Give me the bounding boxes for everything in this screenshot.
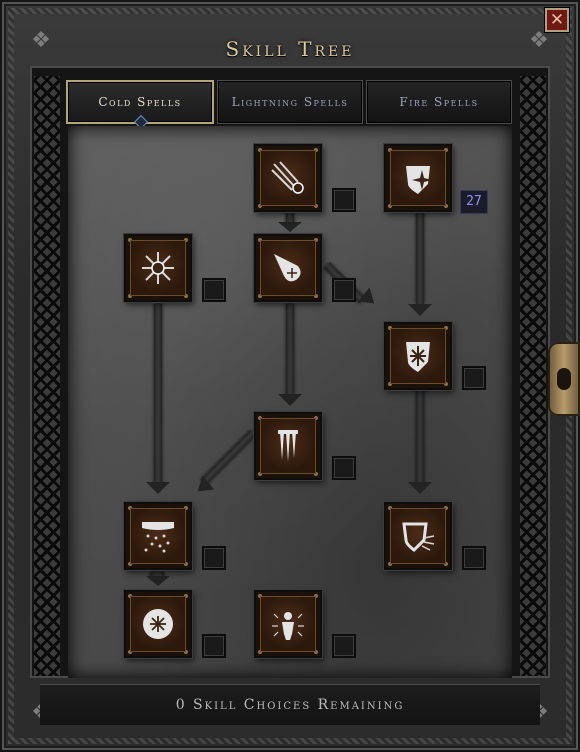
skill-choices-remaining: 0 Skill Choices Remaining <box>175 697 405 713</box>
connector-arrow <box>286 304 294 396</box>
connector-arrow <box>154 304 162 484</box>
skill-point-slot <box>202 278 226 302</box>
frame-border-top <box>8 8 572 14</box>
skill-point-slot <box>332 188 356 212</box>
close-button[interactable]: ✕ <box>545 8 569 32</box>
tab-fire-spells[interactable]: Fire Spells <box>366 80 512 124</box>
arrowhead-icon <box>146 482 170 494</box>
skill-ice-barrier[interactable] <box>384 502 452 570</box>
arrowhead-icon <box>408 482 432 494</box>
skill-frost-shield[interactable] <box>384 144 452 212</box>
left-lattice <box>34 76 60 676</box>
arrowhead-icon <box>146 576 170 586</box>
tab-lightning-spells[interactable]: Lightning Spells <box>217 80 363 124</box>
frozen-orb-icon <box>143 609 173 639</box>
ice-shards-icon <box>271 161 304 194</box>
arrowhead-icon <box>278 394 302 406</box>
skill-icicles[interactable] <box>254 412 322 480</box>
tab-label: Fire Spells <box>399 95 479 109</box>
skill-point-slot <box>462 546 486 570</box>
tab-label: Lightning Spells <box>231 95 349 109</box>
snowflake-shield-icon <box>406 342 430 372</box>
ice-bolt-icon <box>274 254 301 282</box>
window-title: Skill Tree <box>225 37 355 61</box>
skill-frozen-orb[interactable] <box>124 590 192 658</box>
arrowhead-icon <box>278 222 302 232</box>
skill-point-slot <box>462 366 486 390</box>
skill-blizzard[interactable] <box>124 502 192 570</box>
frame-border-left <box>8 8 14 744</box>
skill-frost-nova[interactable] <box>124 234 192 302</box>
arrowhead-icon <box>408 304 432 316</box>
skill-points-badge: 27 <box>460 190 488 214</box>
connector-arrow <box>416 390 424 484</box>
skill-ice-shards[interactable] <box>254 144 322 212</box>
ice-armor-icon <box>272 612 304 640</box>
spell-tabs: Cold Spells Lightning Spells Fire Spells <box>66 80 512 124</box>
icicles-icon <box>278 430 298 462</box>
frost-nova-icon <box>142 252 174 284</box>
skill-point-slot <box>332 456 356 480</box>
blizzard-icon <box>142 522 174 553</box>
skill-point-slot <box>332 278 356 302</box>
tab-label: Cold Spells <box>98 95 182 109</box>
close-icon: ✕ <box>549 10 565 30</box>
footer-bar: 0 Skill Choices Remaining <box>40 684 540 725</box>
frame-border-bottom <box>8 738 572 744</box>
side-clasp-icon <box>548 342 580 416</box>
skill-ice-bolt[interactable] <box>254 234 322 302</box>
skill-ice-armor[interactable] <box>254 590 322 658</box>
skill-point-slot <box>202 546 226 570</box>
ice-barrier-icon <box>402 522 435 552</box>
title-bar: Skill Tree <box>40 30 540 68</box>
right-lattice <box>520 76 546 676</box>
skill-point-slot <box>332 634 356 658</box>
connector-arrow <box>416 212 424 304</box>
frost-shield-icon <box>406 166 432 194</box>
skill-snowflake-shield[interactable] <box>384 322 452 390</box>
skill-point-slot <box>202 634 226 658</box>
